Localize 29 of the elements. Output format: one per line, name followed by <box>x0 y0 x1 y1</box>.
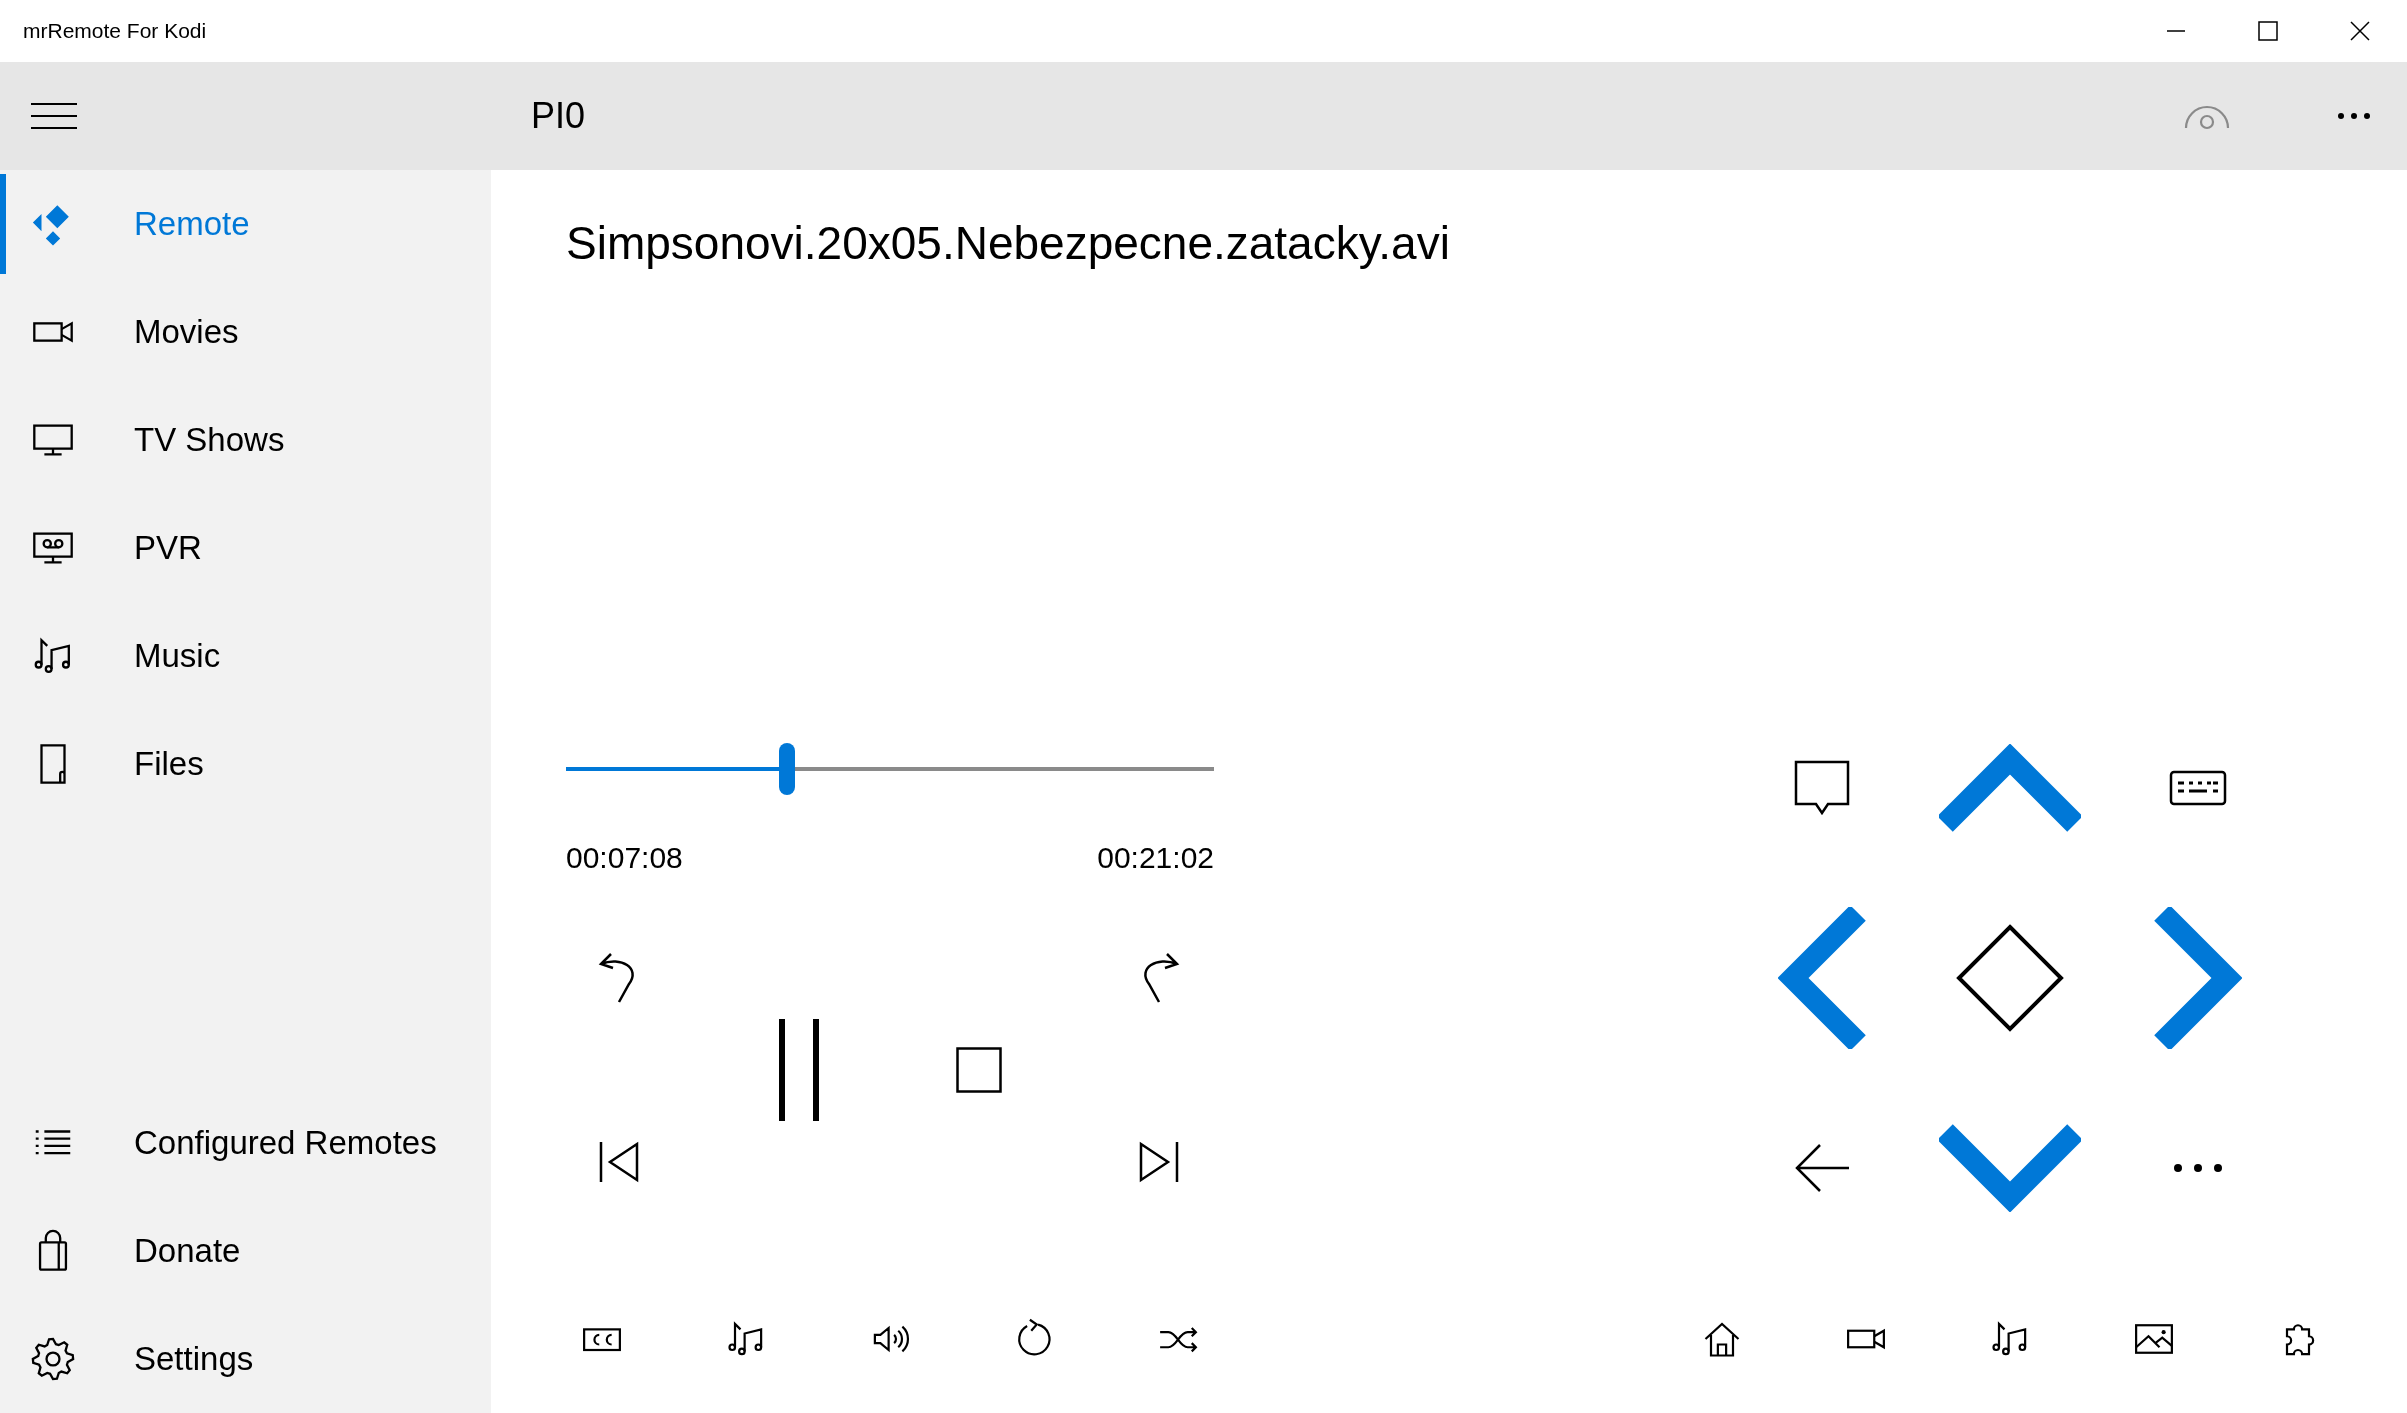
nav-item[interactable]: Donate <box>0 1197 491 1305</box>
nav-item[interactable]: Movies <box>0 278 491 386</box>
nav-item[interactable]: Files <box>0 710 491 818</box>
nav-item[interactable]: TV Shows <box>0 386 491 494</box>
elapsed-time: 00:07:08 <box>566 840 683 876</box>
nav-item[interactable]: Configured Remotes <box>0 1089 491 1197</box>
stop-icon[interactable] <box>956 1047 1002 1093</box>
close-icon[interactable] <box>2350 21 2370 41</box>
previous-icon[interactable] <box>598 1141 640 1183</box>
page-title: PI0 <box>531 94 586 138</box>
menu-icon[interactable] <box>31 101 77 131</box>
more-icon[interactable] <box>2337 112 2371 120</box>
nav-item[interactable]: Settings <box>0 1305 491 1413</box>
back-arrow-icon[interactable] <box>1794 1143 1850 1193</box>
nav-item[interactable]: Remote <box>0 170 491 278</box>
select-icon[interactable] <box>1956 924 2064 1032</box>
next-icon[interactable] <box>1138 1141 1180 1183</box>
pause-icon[interactable] <box>779 1019 819 1121</box>
settings-icon[interactable] <box>30 1336 76 1382</box>
window-title: mrRemote For Kodi <box>23 18 207 45</box>
seek-slider[interactable] <box>566 743 1214 795</box>
nav-item[interactable]: PVR <box>0 494 491 602</box>
maximize-icon[interactable] <box>2258 21 2278 41</box>
nav-item[interactable]: Music <box>0 602 491 710</box>
media-title: Simpsonovi.20x05.Nebezpecne.zatacky.avi <box>566 217 1450 269</box>
more-icon[interactable] <box>2173 1163 2223 1173</box>
total-time: 00:21:02 <box>1097 840 1214 876</box>
keyboard-icon[interactable] <box>2169 770 2227 806</box>
speech-bubble-icon[interactable] <box>1794 760 1850 816</box>
